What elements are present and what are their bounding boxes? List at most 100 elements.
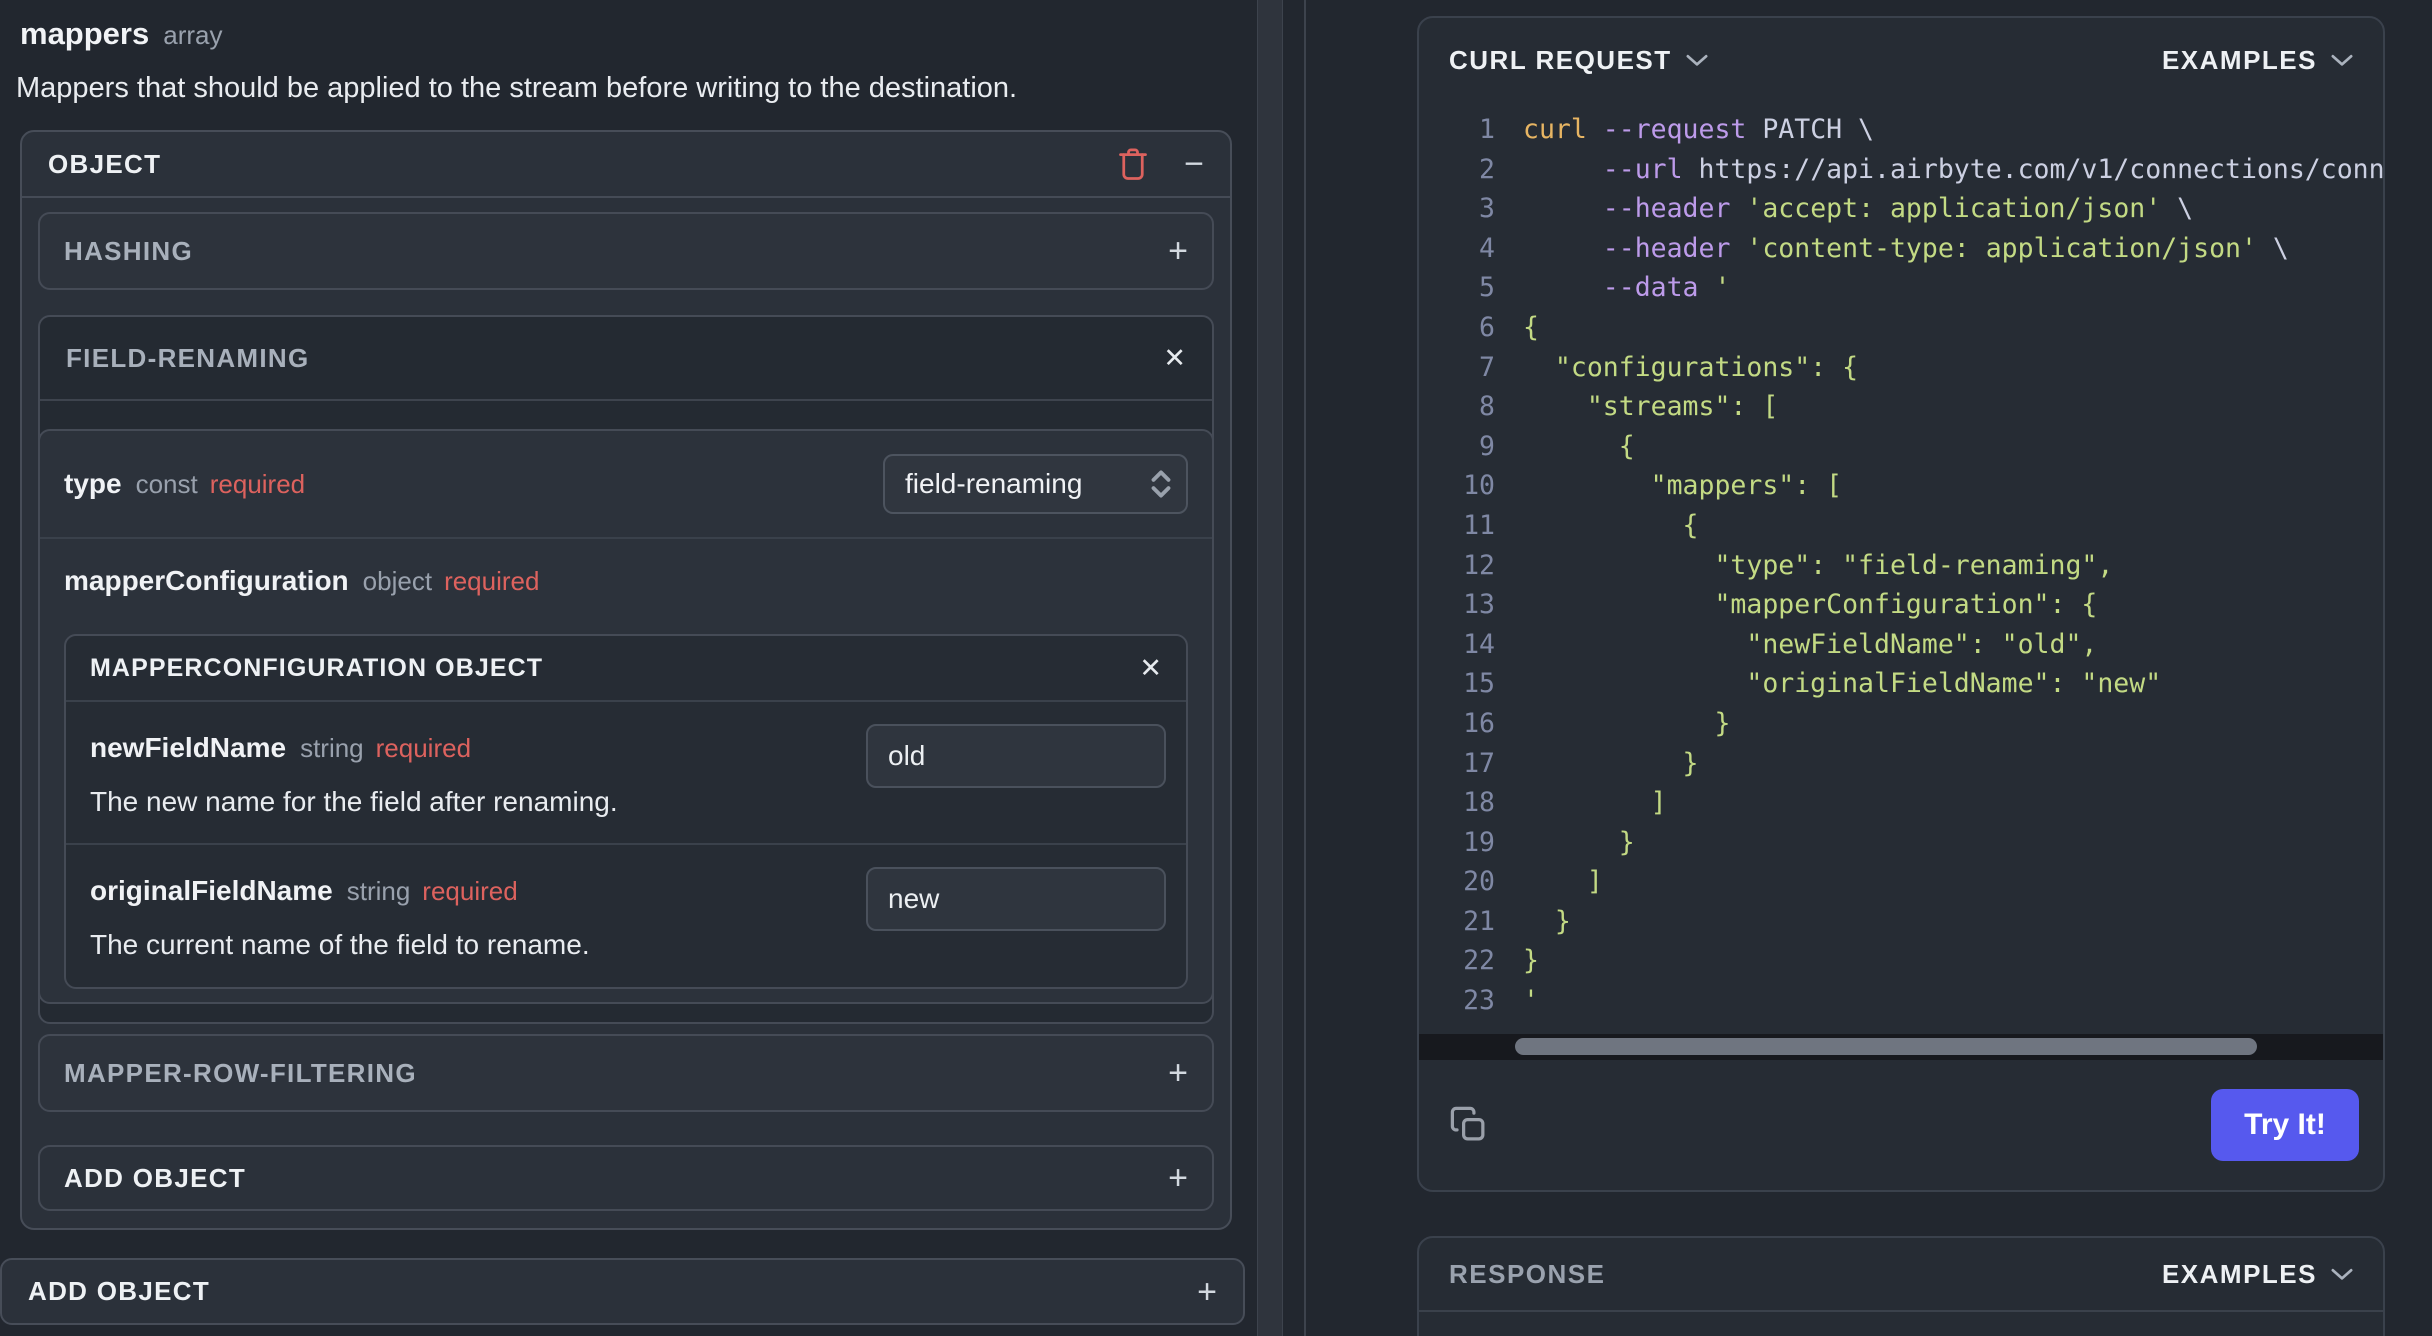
original-field-name-description: The current name of the field to rename.	[90, 929, 590, 960]
vertical-scrollbar[interactable]	[1257, 0, 1283, 1336]
chevron-down-icon	[1686, 54, 1708, 67]
trash-icon	[1118, 146, 1148, 182]
code-line: 4 --header 'content-type: application/js…	[1419, 229, 2383, 269]
code-line: 6{	[1419, 308, 2383, 348]
horizontal-scrollbar-thumb[interactable]	[1515, 1038, 2257, 1055]
line-number: 18	[1463, 787, 1495, 819]
curl-request-panel: CURL REQUEST EXAMPLES 1 curl --request PA…	[1417, 16, 2385, 1192]
code-line: 22}	[1419, 941, 2383, 981]
mapper-configuration-label-row: mapperConfiguration object required	[64, 561, 1188, 601]
line-number: 10	[1463, 470, 1495, 502]
response-panel: RESPONSE EXAMPLES	[1417, 1236, 2385, 1336]
examples-label: EXAMPLES	[2161, 1258, 2317, 1289]
plus-icon: +	[1197, 1272, 1217, 1311]
mapper-configuration-panel-header: MAPPERCONFIGURATION OBJECT ✕	[66, 636, 1186, 702]
curl-request-footer: Try It!	[1419, 1060, 2383, 1190]
code-line: 23 '	[1419, 981, 2383, 1021]
mapper-configuration-required: required	[444, 565, 540, 596]
horizontal-scrollbar-track[interactable]	[1419, 1034, 2383, 1060]
plus-icon: +	[1168, 1054, 1188, 1092]
object-panel-header: OBJECT −	[22, 132, 1230, 198]
new-field-name-row: newFieldName string required The new nam…	[66, 702, 1186, 843]
line-number: 2	[1479, 153, 1495, 185]
line-number: 17	[1463, 747, 1495, 779]
copy-icon	[1449, 1105, 1489, 1145]
code-line: 17 }	[1419, 744, 2383, 784]
hashing-title: HASHING	[64, 235, 193, 266]
add-object-outer-button[interactable]: ADD OBJECT +	[0, 1258, 1245, 1325]
mapper-configuration-panel: MAPPERCONFIGURATION OBJECT ✕ newFieldNam…	[64, 634, 1188, 989]
line-number: 13	[1463, 589, 1495, 621]
add-object-inner-button[interactable]: ADD OBJECT +	[38, 1145, 1214, 1211]
line-number: 5	[1479, 272, 1495, 304]
line-number: 8	[1479, 391, 1495, 423]
close-mapper-configuration-button[interactable]: ✕	[1139, 652, 1162, 683]
chevron-down-icon	[2331, 1268, 2353, 1281]
new-field-name-input[interactable]	[866, 724, 1166, 788]
code-block: 1 curl --request PATCH \ 2 --url https://a…	[1419, 102, 2383, 1034]
new-field-name-description: The new name for the field after renamin…	[90, 786, 618, 817]
new-field-name-label: newFieldName	[90, 732, 287, 763]
plus-icon: +	[1168, 232, 1188, 270]
hashing-section[interactable]: HASHING +	[38, 212, 1214, 290]
code-line: 8 "streams": [	[1419, 387, 2383, 427]
code-line: 15 "originalFieldName": "new"	[1419, 664, 2383, 704]
code-line: 10 "mappers": [	[1419, 466, 2383, 506]
response-examples-dropdown[interactable]: EXAMPLES	[2162, 1259, 2353, 1290]
field-renaming-header: FIELD-RENAMING ✕	[40, 317, 1212, 401]
field-renaming-title: FIELD-RENAMING	[66, 342, 310, 373]
line-number: 20	[1463, 866, 1495, 898]
line-number: 15	[1463, 668, 1495, 700]
close-icon: ✕	[1163, 342, 1186, 373]
code-line: 12 "type": "field-renaming",	[1419, 546, 2383, 586]
examples-dropdown[interactable]: EXAMPLES	[2162, 45, 2353, 76]
line-number: 1	[1479, 114, 1495, 145]
field-description: Mappers that should be applied to the st…	[16, 72, 1018, 104]
type-field-required: required	[209, 468, 306, 499]
field-renaming-card: type const required field-renaming mappe…	[38, 429, 1214, 1004]
close-icon: ✕	[1139, 652, 1162, 683]
field-type-badge: array	[163, 20, 223, 50]
original-field-name-label: originalFieldName	[90, 875, 333, 906]
field-title: mappers array	[20, 16, 222, 52]
original-field-name-input[interactable]	[866, 867, 1166, 931]
line-number: 3	[1479, 193, 1495, 225]
try-it-button[interactable]: Try It!	[2211, 1089, 2359, 1161]
page: mappers array Mappers that should be appl…	[0, 0, 2432, 1336]
plus-icon: +	[1168, 1159, 1188, 1197]
code-line: 9 {	[1419, 427, 2383, 467]
response-title: RESPONSE	[1449, 1258, 1606, 1289]
add-object-inner-label: ADD OBJECT	[64, 1162, 247, 1193]
minus-icon: −	[1184, 145, 1204, 183]
field-name: mappers	[20, 16, 150, 51]
collapse-object-button[interactable]: −	[1184, 147, 1204, 181]
code-line: 3 --header 'accept: application/json' \	[1419, 189, 2383, 229]
line-number: 12	[1463, 549, 1495, 581]
examples-label: EXAMPLES	[2161, 44, 2317, 75]
line-number: 7	[1479, 351, 1495, 383]
code-line: 21 }	[1419, 902, 2383, 942]
response-header: RESPONSE EXAMPLES	[1419, 1238, 2383, 1312]
curl-request-title: CURL REQUEST	[1449, 44, 1672, 75]
type-row: type const required field-renaming	[40, 431, 1212, 539]
line-number: 14	[1463, 628, 1495, 660]
copy-button[interactable]	[1449, 1105, 1489, 1145]
delete-object-button[interactable]	[1118, 146, 1148, 182]
column-divider	[1304, 0, 1306, 1336]
line-number: 23	[1463, 985, 1495, 1017]
code-line: 16 }	[1419, 704, 2383, 744]
line-number: 21	[1463, 905, 1495, 937]
mapper-configuration-panel-title: MAPPERCONFIGURATION OBJECT	[90, 653, 544, 682]
code-line: 2 --url https://api.airbyte.com/v1/conne…	[1419, 150, 2383, 190]
new-field-name-required: required	[375, 732, 472, 763]
curl-request-dropdown[interactable]: CURL REQUEST	[1449, 45, 1708, 76]
code-line: 1 curl --request PATCH \	[1419, 110, 2383, 150]
type-select[interactable]: field-renaming	[883, 454, 1188, 514]
field-renaming-panel: FIELD-RENAMING ✕ type const required fie…	[38, 315, 1214, 1024]
code-line: 5 --data '	[1419, 268, 2383, 308]
remove-field-renaming-button[interactable]: ✕	[1163, 342, 1186, 373]
add-object-outer-label: ADD OBJECT	[28, 1276, 211, 1306]
mapper-row-filtering-title: MAPPER-ROW-FILTERING	[64, 1057, 417, 1088]
mapper-row-filtering-section[interactable]: MAPPER-ROW-FILTERING +	[38, 1034, 1214, 1112]
original-field-name-kind: string	[346, 875, 411, 906]
